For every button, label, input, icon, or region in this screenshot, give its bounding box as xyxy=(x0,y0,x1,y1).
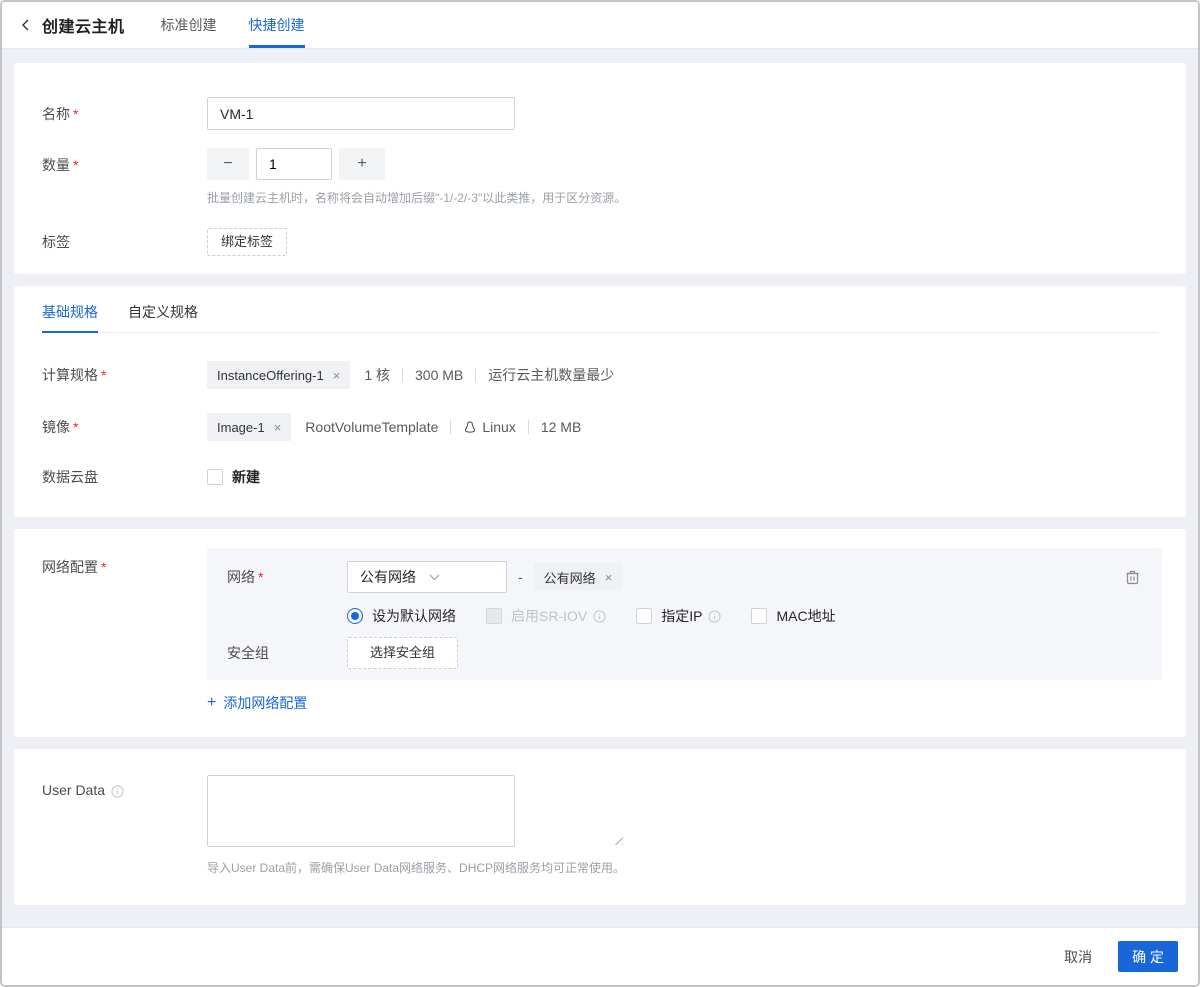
quantity-hint: 批量创建云主机时，名称将会自动增加后缀"-1/-2/-3"以此类推，用于区分资源… xyxy=(207,191,627,205)
sriov-checkbox xyxy=(486,608,502,624)
image-row: 镜像 * Image-1 × RootVolumeTemplate Linux 1… xyxy=(42,413,1158,441)
tag-label: 标签 xyxy=(42,234,70,250)
tag-row: 标签 绑定标签 xyxy=(42,228,1158,256)
security-group-row: 安全组 选择安全组 xyxy=(227,637,1142,669)
name-label: 名称 * xyxy=(42,105,79,122)
userdata-row: User Data 导入User Data前，需确保User Data网络服务、… xyxy=(42,775,1158,876)
tab-standard-create[interactable]: 标准创建 xyxy=(161,2,217,48)
data-volume-row: 数据云盘 新建 xyxy=(42,467,1158,487)
quantity-input[interactable] xyxy=(256,148,332,180)
count-row: 数量* − + 批量创建云主机时，名称将会自动增加后缀"-1/-2/-3"以此类… xyxy=(42,148,1158,206)
trash-icon xyxy=(1125,569,1140,585)
chevron-down-icon xyxy=(429,574,498,581)
delete-network-button[interactable] xyxy=(1123,567,1142,587)
create-mode-tabs: 标准创建 快捷创建 xyxy=(161,2,337,48)
add-network-config-link[interactable]: + 添加网络配置 xyxy=(207,693,307,713)
mac-address-checkbox[interactable] xyxy=(751,608,768,624)
page-header: 创建云主机 标准创建 快捷创建 xyxy=(2,2,1198,49)
offering-tag: InstanceOffering-1 × xyxy=(207,361,351,389)
specify-ip-checkbox[interactable] xyxy=(636,608,653,624)
network-config-label: 网络配置 * xyxy=(42,559,107,575)
back-chevron-icon xyxy=(20,18,32,32)
network-options-row: 设为默认网络 启用SR-IOV 指定IP MAC地址 xyxy=(227,606,1142,626)
quantity-plus-button[interactable]: + xyxy=(339,148,385,180)
security-group-label: 安全组 xyxy=(227,645,269,661)
image-label: 镜像 * xyxy=(42,419,79,435)
footer-bar: 取消 确 定 xyxy=(2,927,1198,985)
plus-icon: + xyxy=(207,694,217,711)
mac-address-label: MAC地址 xyxy=(776,608,836,624)
offering-tag-remove-icon[interactable]: × xyxy=(333,369,341,382)
network-tag-remove-icon[interactable]: × xyxy=(605,571,613,584)
name-input[interactable] xyxy=(207,97,515,130)
network-panel: 网络 * 公有网络 - 公有网络 × 设为默认网络 启用SR-IOV 指定IP … xyxy=(207,548,1162,680)
spec-tabs: 基础规格 自定义规格 xyxy=(42,286,1158,333)
create-vm-page: 创建云主机 标准创建 快捷创建 名称* 数量* − + 批量创建云主机时 xyxy=(0,0,1200,987)
offering-row: 计算规格 * InstanceOffering-1 × 1 核 300 MB 运行… xyxy=(42,361,1158,389)
new-volume-checkbox[interactable] xyxy=(207,469,223,485)
offering-label: 计算规格 * xyxy=(42,367,107,383)
userdata-textarea[interactable] xyxy=(207,775,515,847)
page-title: 创建云主机 xyxy=(42,19,125,36)
userdata-card: User Data 导入User Data前，需确保User Data网络服务、… xyxy=(14,749,1186,905)
quantity-minus-button[interactable]: − xyxy=(207,148,249,180)
image-meta: RootVolumeTemplate Linux 12 MB xyxy=(305,419,582,435)
linux-icon xyxy=(463,420,477,435)
default-network-label: 设为默认网络 xyxy=(372,608,456,624)
network-label: 网络 * xyxy=(227,569,264,585)
image-tag: Image-1 × xyxy=(207,413,292,441)
specify-ip-info-icon[interactable] xyxy=(708,609,722,623)
data-volume-label: 数据云盘 xyxy=(42,469,98,485)
selected-network-tag: 公有网络 × xyxy=(533,563,623,591)
sriov-label: 启用SR-IOV xyxy=(511,608,588,624)
tab-custom-spec[interactable]: 自定义规格 xyxy=(128,302,198,333)
cancel-button[interactable]: 取消 xyxy=(1064,947,1092,967)
basic-info-card: 名称* 数量* − + 批量创建云主机时，名称将会自动增加后缀"-1/-2/-3… xyxy=(14,63,1186,274)
form-content: 名称* 数量* − + 批量创建云主机时，名称将会自动增加后缀"-1/-2/-3… xyxy=(2,49,1198,927)
image-tag-remove-icon[interactable]: × xyxy=(274,421,282,434)
offering-meta: 1 核 300 MB 运行云主机数量最少 xyxy=(364,367,615,383)
new-volume-checkbox-label: 新建 xyxy=(232,469,260,485)
tab-quick-create[interactable]: 快捷创建 xyxy=(248,2,305,48)
userdata-hint: 导入User Data前，需确保User Data网络服务、DHCP网络服务均可… xyxy=(207,861,626,875)
bind-tag-button[interactable]: 绑定标签 xyxy=(207,228,288,256)
name-row: 名称 * xyxy=(42,97,1158,130)
userdata-info-icon[interactable] xyxy=(111,785,124,798)
tab-basic-spec[interactable]: 基础规格 xyxy=(42,302,98,333)
network-select[interactable]: 公有网络 xyxy=(347,561,507,593)
spec-card: 基础规格 自定义规格 计算规格 * InstanceOffering-1 × 1 … xyxy=(14,286,1186,517)
dash-separator: - xyxy=(518,569,523,585)
specify-ip-label: 指定IP xyxy=(661,608,703,624)
network-config-row: 网络配置 * 网络 * 公有网络 - 公有网络 × 设为默认网络 启用SR-IO… xyxy=(42,548,1162,680)
default-network-radio[interactable] xyxy=(347,608,363,624)
quantity-stepper: − + xyxy=(207,148,626,180)
network-card: 网络配置 * 网络 * 公有网络 - 公有网络 × 设为默认网络 启用SR-IO… xyxy=(14,529,1186,737)
sriov-info-icon[interactable] xyxy=(593,609,606,623)
userdata-label: User Data xyxy=(42,775,207,876)
select-security-group-button[interactable]: 选择安全组 xyxy=(347,637,459,669)
network-select-row: 网络 * 公有网络 - 公有网络 × xyxy=(227,561,1142,593)
back-button[interactable] xyxy=(20,2,42,48)
count-label: 数量 * xyxy=(42,157,79,173)
confirm-button[interactable]: 确 定 xyxy=(1118,941,1178,972)
